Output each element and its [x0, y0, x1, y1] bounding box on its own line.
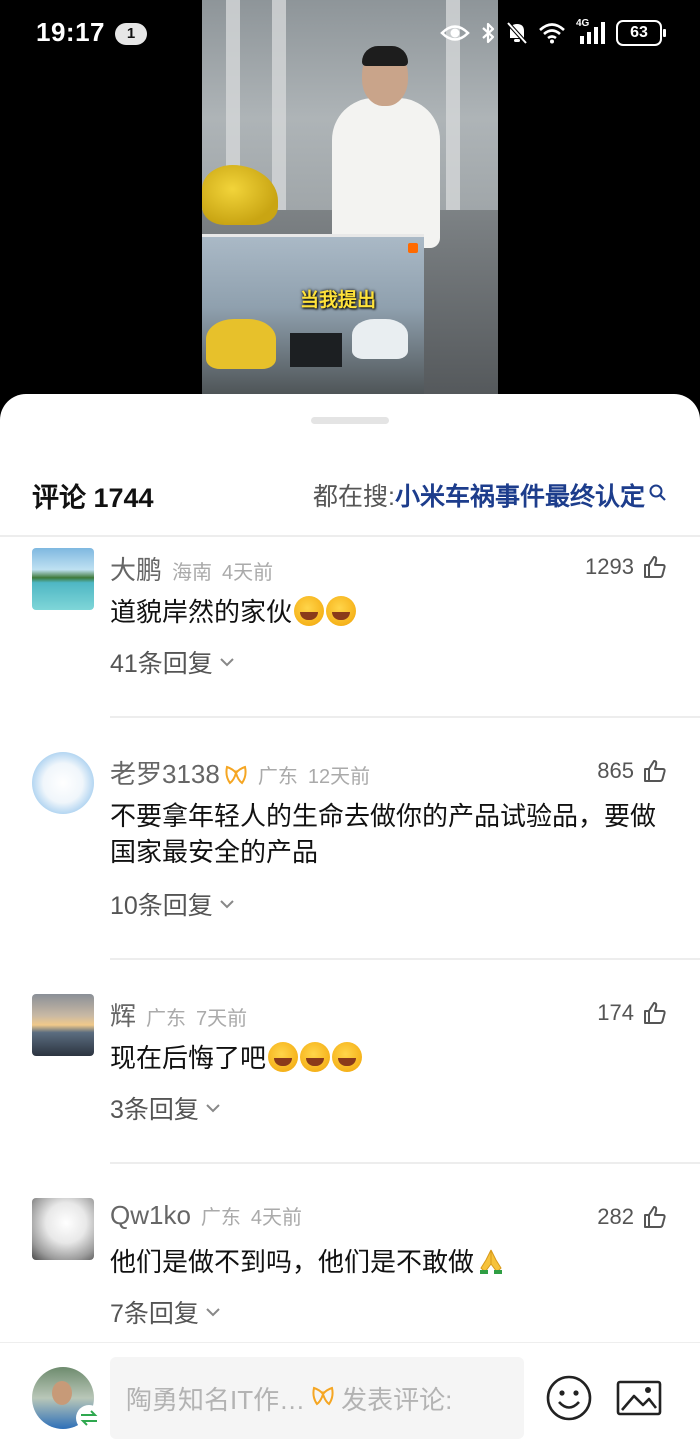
xiaomi-logo-icon [408, 243, 418, 253]
comment-divider [110, 958, 700, 960]
like-count: 865 [597, 758, 634, 783]
user-location: 海南 [172, 562, 213, 584]
input-author-name: 陶勇知名IT作… [126, 1384, 306, 1415]
status-time: 19:17 [36, 17, 105, 47]
like-count: 1293 [585, 554, 634, 579]
search-prefix: 都在搜: [313, 483, 395, 511]
avatar[interactable] [32, 548, 94, 610]
video-sign-board: 当我提出 [202, 234, 424, 394]
like-count: 282 [597, 1204, 634, 1229]
yellow-car [202, 165, 278, 225]
comment-text: 不要拿年轻人的生命去做你的产品试验品，要做国家最安全的产品 [110, 801, 657, 867]
comment-time: 4天前 [222, 562, 274, 584]
eye-icon [440, 25, 470, 41]
smiley-icon [546, 1375, 592, 1421]
view-replies-button[interactable]: 41条回复 [110, 644, 235, 680]
thumbs-up-icon [644, 1002, 666, 1024]
comment-time: 7天前 [196, 1008, 248, 1030]
avatar[interactable] [32, 994, 94, 1056]
laugh-cry-emoji-icon [300, 1042, 331, 1072]
comment-divider [110, 1162, 700, 1164]
comment-text: 他们是做不到吗，他们是不敢做 [110, 1244, 670, 1285]
reply-count: 7条回复 [110, 1300, 199, 1328]
comment-divider [110, 716, 700, 718]
comment-text: 道貌岸然的家伙 [110, 594, 670, 630]
comment-time: 12天前 [307, 766, 371, 788]
laugh-cry-emoji-icon [294, 596, 325, 626]
avatar[interactable] [32, 752, 94, 814]
thumbs-up-icon [644, 760, 666, 782]
battery-icon: 63 [616, 20, 666, 46]
sheet-grab-handle[interactable] [311, 417, 389, 424]
like-button[interactable]: 865 [597, 758, 668, 784]
comment-meta: 大鹏 海南 4天前 [110, 550, 273, 587]
comment-body: 现在后悔了吧 [110, 1043, 267, 1073]
reply-count: 3条回复 [110, 1096, 199, 1124]
mute-bell-icon [506, 21, 528, 45]
sign-yellow-car [206, 319, 276, 369]
like-button[interactable]: 1293 [585, 554, 668, 580]
status-icons: 4G 63 [440, 18, 666, 48]
user-location: 广东 [200, 1207, 241, 1229]
trending-search[interactable]: 都在搜: 小米车祸事件最终认定 [313, 477, 668, 513]
chevron-down-icon [206, 1104, 220, 1113]
chevron-down-icon [220, 900, 234, 909]
search-term-link[interactable]: 小米车祸事件最终认定 [395, 477, 645, 513]
comment-compose-bar: 陶勇知名IT作… 发表评论: [0, 1342, 700, 1454]
wifi-icon [539, 23, 565, 44]
like-count: 174 [597, 1000, 634, 1025]
user-name[interactable]: Qw1ko [110, 1200, 191, 1231]
image-icon [616, 1380, 662, 1416]
reply-count: 10条回复 [110, 892, 213, 920]
sign-lap-panel [290, 333, 342, 367]
praying-hands-emoji-icon [476, 1246, 506, 1285]
my-avatar-face [52, 1381, 72, 1405]
view-replies-button[interactable]: 7条回复 [110, 1294, 221, 1330]
comment-body: 他们是做不到吗，他们是不敢做 [110, 1247, 475, 1277]
signal-icon: 4G [576, 18, 606, 46]
chevron-down-icon [206, 1308, 220, 1317]
user-name[interactable]: 辉 [110, 996, 136, 1033]
user-name[interactable]: 大鹏 [110, 550, 162, 587]
laugh-cry-emoji-icon [326, 596, 357, 626]
vip-badge-icon [224, 764, 248, 791]
comment-time: 4天前 [250, 1207, 303, 1229]
video-caption: 当我提出 [300, 290, 377, 311]
thumbs-up-icon [644, 556, 666, 578]
comments-sheet: 评论 1744 都在搜: 小米车祸事件最终认定 大鹏 海南 4天前 1293 道… [0, 394, 700, 1454]
thumbs-up-icon [644, 1206, 666, 1228]
comment-count-title: 评论 1744 [32, 483, 154, 513]
switch-account-icon[interactable] [76, 1405, 102, 1431]
header-divider [0, 535, 700, 537]
view-replies-button[interactable]: 3条回复 [110, 1090, 221, 1126]
presenter-body [332, 98, 440, 248]
input-placeholder: 发表评论: [341, 1384, 453, 1415]
search-icon[interactable] [648, 481, 668, 510]
sign-white-car [352, 319, 408, 359]
comment-input[interactable]: 陶勇知名IT作… 发表评论: [110, 1357, 524, 1439]
chevron-down-icon [220, 658, 234, 667]
laugh-cry-emoji-icon [268, 1042, 299, 1072]
notification-badge: 1 [115, 23, 147, 45]
laugh-cry-emoji-icon [332, 1042, 363, 1072]
vip-badge-icon [311, 1385, 335, 1412]
user-location: 广东 [257, 766, 298, 788]
avatar[interactable] [32, 1198, 94, 1260]
image-attach-button[interactable] [614, 1373, 664, 1428]
user-location: 广东 [146, 1008, 187, 1030]
view-replies-button[interactable]: 10条回复 [110, 886, 235, 922]
status-bar: 19:17 1 4G 63 [0, 0, 700, 66]
reply-count: 41条回复 [110, 650, 213, 678]
emoji-picker-button[interactable] [544, 1373, 594, 1428]
comment-body: 道貌岸然的家伙 [110, 597, 293, 627]
user-name[interactable]: 老罗3138 [110, 754, 220, 791]
comment-meta: 老罗3138 广东 12天前 [110, 754, 370, 791]
comment-meta: 辉 广东 7天前 [110, 996, 247, 1033]
bluetooth-icon [482, 22, 495, 44]
comment-text: 现在后悔了吧 [110, 1040, 670, 1076]
like-button[interactable]: 282 [597, 1204, 668, 1230]
comments-header: 评论 1744 都在搜: 小米车祸事件最终认定 [0, 464, 700, 532]
like-button[interactable]: 174 [597, 1000, 668, 1026]
comment-meta: Qw1ko 广东 4天前 [110, 1200, 302, 1231]
